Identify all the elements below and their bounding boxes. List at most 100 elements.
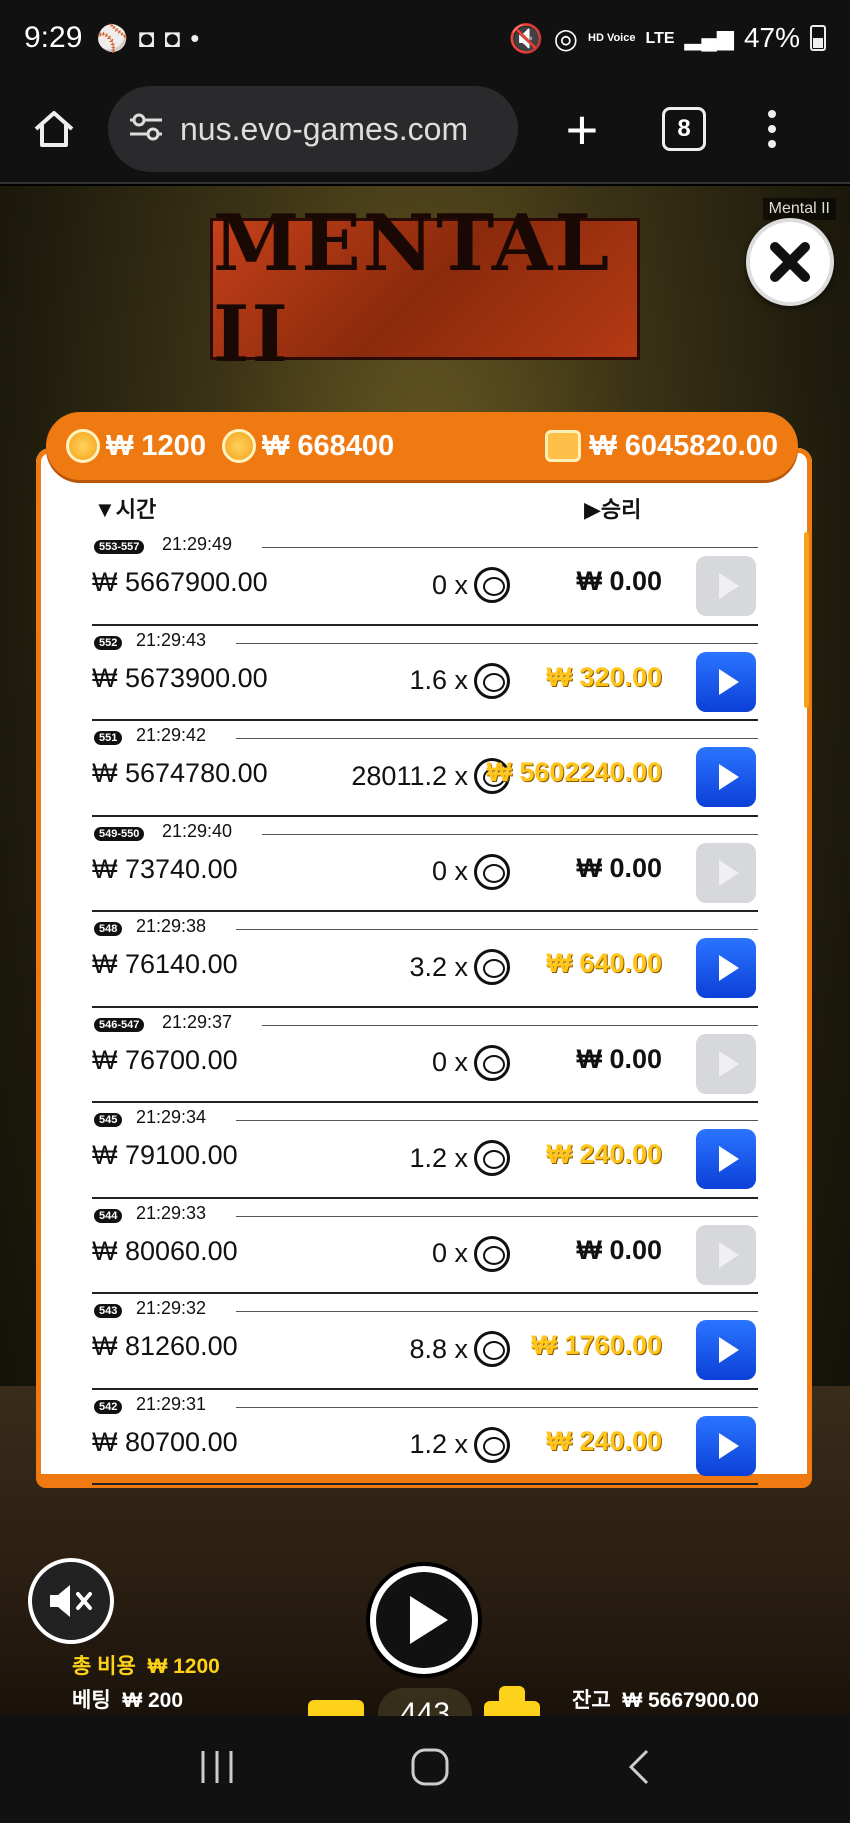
round-badge: 552 xyxy=(94,635,123,650)
history-row: 543 21:29:32 ₩ 81260.00 8.8 x ₩ 1760.00 xyxy=(92,1294,758,1390)
replay-button[interactable] xyxy=(696,938,756,998)
battery-percent: 47% xyxy=(743,22,800,53)
lte-icon: LTE xyxy=(645,29,675,47)
ball-icon: ⚾ xyxy=(96,22,129,53)
replay-button[interactable] xyxy=(696,1415,756,1476)
round-badge: 553-557 xyxy=(94,540,145,554)
history-row: 553-557 21:29:49 ₩ 5667900.00 0 x ₩ 0.00 xyxy=(92,530,758,626)
new-tab-icon[interactable]: + xyxy=(552,97,612,162)
chip-icon xyxy=(474,1331,510,1367)
home-icon[interactable] xyxy=(24,99,84,159)
round-multiplier: 1.2 x xyxy=(409,1426,510,1463)
round-time: 21:29:37 xyxy=(162,1011,233,1032)
round-badge: 546-547 xyxy=(94,1017,145,1032)
divider xyxy=(236,1120,758,1121)
round-time: 21:29:43 xyxy=(136,629,207,650)
round-balance: ₩ 5673900.00 xyxy=(92,662,268,693)
bet-amount: 베팅 ₩ 200 xyxy=(72,1689,184,1712)
total-cost: 총 비용 ₩ 1200 xyxy=(72,1655,220,1678)
recent-apps-icon[interactable] xyxy=(197,1749,237,1790)
play-icon xyxy=(718,668,739,695)
round-multiplier: 0 x xyxy=(432,853,510,890)
round-badge: 545 xyxy=(94,1113,123,1127)
divider xyxy=(262,1024,758,1026)
address-bar[interactable]: nus.evo-games.com xyxy=(108,86,518,172)
divider xyxy=(236,642,758,644)
history-row: 546-547 21:29:37 ₩ 76700.00 0 x ₩ 0.00 xyxy=(92,1008,758,1103)
signal-icon: ▂▄▆ xyxy=(684,25,734,50)
play-icon xyxy=(718,1241,739,1268)
round-balance: ₩ 81260.00 xyxy=(92,1331,238,1361)
round-badge: 551 xyxy=(94,731,123,745)
status-icons: 🔇 ◎ HD Voice LTE ▂▄▆ 47% xyxy=(509,22,826,55)
history-row: 545 21:29:34 ₩ 79100.00 1.2 x ₩ 240.00 xyxy=(92,1103,758,1199)
divider xyxy=(236,929,758,930)
round-balance: ₩ 76140.00 xyxy=(92,949,238,979)
tab-count: 8 xyxy=(677,115,691,142)
more-menu-icon[interactable] xyxy=(762,110,782,148)
wallet-icon xyxy=(545,430,582,462)
replay-button[interactable] xyxy=(696,1129,756,1189)
history-row: 549-550 21:29:40 ₩ 73740.00 0 x ₩ 0.00 xyxy=(92,817,758,912)
tab-switcher-icon[interactable]: 8 xyxy=(662,107,706,151)
round-win: ₩ 5602240.00 xyxy=(486,757,662,787)
history-row: 542 21:29:31 ₩ 80700.00 1.2 x ₩ 240.00 xyxy=(92,1390,758,1485)
round-time: 21:29:32 xyxy=(136,1298,207,1318)
play-icon xyxy=(718,1432,739,1459)
round-win: ₩ 0.00 xyxy=(576,1234,662,1265)
scrollbar[interactable] xyxy=(804,532,809,708)
round-win: ₩ 0.00 xyxy=(576,852,662,883)
close-icon[interactable] xyxy=(746,218,834,306)
decrease-button[interactable] xyxy=(308,1700,364,1716)
spin-counter: 443 xyxy=(378,1688,472,1716)
round-balance: ₩ 5674780.00 xyxy=(92,758,268,788)
battery-icon xyxy=(810,25,826,51)
system-nav-bar xyxy=(0,1716,850,1823)
spin-button[interactable] xyxy=(370,1566,478,1674)
play-icon xyxy=(718,1146,739,1172)
round-win: ₩ 0.00 xyxy=(576,1043,662,1074)
round-time: 21:29:38 xyxy=(136,916,207,936)
replay-button[interactable] xyxy=(696,747,756,807)
round-time: 21:29:42 xyxy=(136,725,207,745)
chip-icon xyxy=(474,949,510,985)
history-row: 552 21:29:43 ₩ 5673900.00 1.6 x ₩ 320.00 xyxy=(92,626,758,721)
round-multiplier: 0 x xyxy=(432,567,510,603)
round-badge: 549-550 xyxy=(94,826,145,841)
round-badge: 542 xyxy=(94,1399,123,1414)
window-label: Mental II xyxy=(762,198,836,220)
chip-icon xyxy=(474,1140,510,1176)
summary-bar: ₩ 1200 ₩ 668400 ₩ 6045820.00 xyxy=(46,412,798,480)
mute-status-icon: 🔇 xyxy=(508,22,544,54)
back-icon[interactable] xyxy=(623,1747,653,1792)
round-win: ₩ 1760.00 xyxy=(531,1330,662,1360)
round-time: 21:29:33 xyxy=(136,1202,207,1223)
instagram-icon: ◘ xyxy=(138,22,155,53)
divider xyxy=(236,1311,758,1312)
round-balance: ₩ 80700.00 xyxy=(92,1426,238,1457)
history-row: 548 21:29:38 ₩ 76140.00 3.2 x ₩ 640.00 xyxy=(92,912,758,1008)
mute-icon[interactable] xyxy=(28,1558,114,1644)
browser-toolbar: nus.evo-games.com + 8 xyxy=(0,76,850,184)
replay-button[interactable] xyxy=(696,651,756,712)
round-balance: ₩ 73740.00 xyxy=(92,853,238,884)
site-settings-icon[interactable] xyxy=(128,111,164,148)
chip-icon xyxy=(474,853,510,890)
home-nav-icon[interactable] xyxy=(410,1747,450,1792)
history-row: 551 21:29:42 ₩ 5674780.00 28011.2 x ₩ 560224… xyxy=(92,721,758,817)
history-list: 553-557 21:29:49 ₩ 5667900.00 0 x ₩ 0.00 552 2… xyxy=(92,530,758,1485)
coin-icon xyxy=(66,429,100,463)
history-row: 544 21:29:33 ₩ 80060.00 0 x ₩ 0.00 xyxy=(92,1199,758,1294)
increase-button[interactable] xyxy=(484,1686,540,1716)
round-time: 21:29:31 xyxy=(136,1393,207,1414)
round-win: ₩ 240.00 xyxy=(546,1139,662,1169)
round-badge: 544 xyxy=(94,1208,123,1223)
win-column-header[interactable]: ▶승리 xyxy=(584,492,641,524)
time-column-header[interactable]: ▼시간 xyxy=(94,492,156,524)
round-badge: 548 xyxy=(94,922,123,936)
game-area: MENTAL II Mental II ₩ 1200 ₩ 668400 ₩ 60… xyxy=(0,186,850,1716)
round-multiplier: 8.8 x xyxy=(409,1331,510,1367)
chip-icon xyxy=(474,567,510,603)
replay-button[interactable] xyxy=(696,1320,756,1380)
balance-amount: 잔고 ₩ 5667900.00 xyxy=(572,1689,759,1712)
